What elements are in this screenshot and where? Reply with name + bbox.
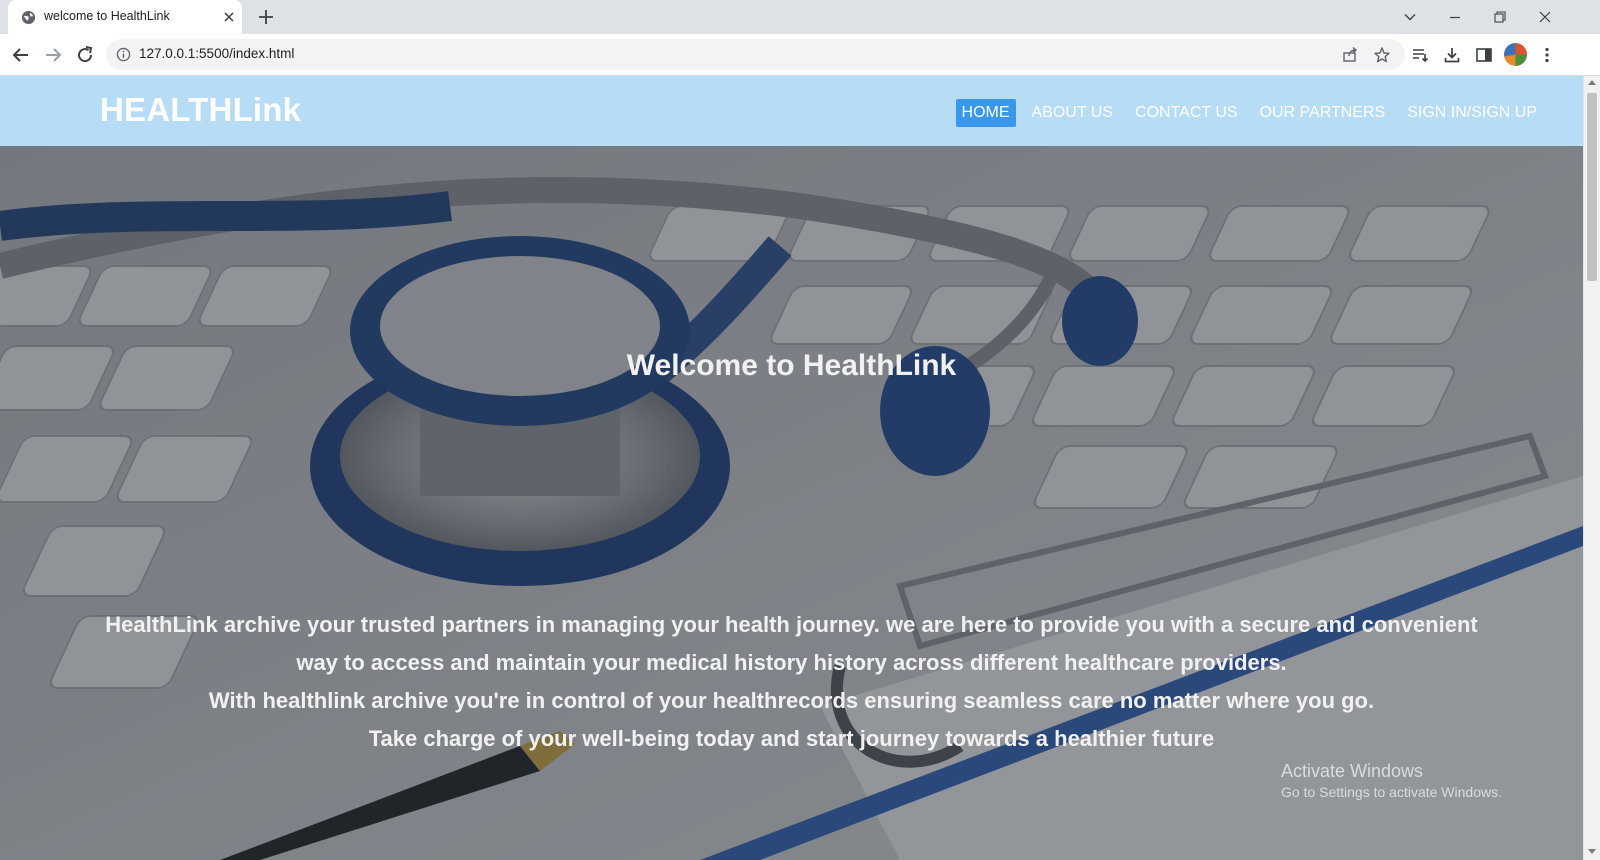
browser-tab[interactable]: welcome to HealthLink (8, 0, 242, 34)
site-logo[interactable]: HEALTHLink (100, 91, 301, 129)
back-arrow-icon[interactable] (9, 43, 33, 67)
plus-icon[interactable] (256, 7, 276, 27)
info-icon[interactable] (116, 47, 131, 62)
chevron-down-icon (1404, 14, 1416, 21)
hero-paragraph: With healthlink archive you're in contro… (208, 688, 1375, 713)
site-header: HEALTHLink HOME ABOUT US CONTACT US OUR … (0, 76, 1583, 146)
restore-button[interactable] (1485, 4, 1515, 30)
nav-home[interactable]: HOME (955, 99, 1016, 127)
address-bar[interactable]: 127.0.0.1:5500/index.html (106, 39, 1405, 70)
tab-title: welcome to HealthLink (44, 9, 170, 23)
side-panel-icon[interactable] (1474, 45, 1494, 65)
tab-search-button[interactable] (1395, 4, 1425, 30)
restore-icon (1494, 11, 1506, 23)
nav-contact-us[interactable]: CONTACT US (1129, 99, 1244, 127)
download-icon[interactable] (1442, 45, 1462, 65)
watermark-subtitle: Go to Settings to activate Windows. (1281, 784, 1502, 800)
page-scrollbar[interactable] (1583, 76, 1600, 860)
minimize-button[interactable] (1440, 4, 1470, 30)
browser-titlebar: welcome to HealthLink (0, 0, 1600, 34)
hero-paragraph: HealthLink archive your trusted partners… (105, 612, 1478, 675)
kebab-menu-icon[interactable] (1537, 45, 1557, 65)
main-nav: HOME ABOUT US CONTACT US OUR PARTNERS SI… (955, 99, 1543, 127)
share-icon[interactable] (1341, 46, 1359, 64)
close-window-button[interactable] (1530, 4, 1560, 30)
page-viewport: HEALTHLink HOME ABOUT US CONTACT US OUR … (0, 76, 1583, 860)
scroll-up-arrow-icon[interactable] (1588, 80, 1596, 85)
url-text[interactable]: 127.0.0.1:5500/index.html (139, 46, 294, 61)
forward-arrow-icon[interactable] (41, 43, 65, 67)
hero-section: Welcome to HealthLink HealthLink archive… (0, 146, 1583, 860)
nav-sign-in-sign-up[interactable]: SIGN IN/SIGN UP (1401, 99, 1543, 127)
watermark-title: Activate Windows (1281, 761, 1424, 781)
hero-paragraph: Take charge of your well-being today and… (368, 726, 1215, 751)
close-icon[interactable] (221, 9, 237, 25)
profile-avatar[interactable] (1504, 43, 1527, 66)
nav-our-partners[interactable]: OUR PARTNERS (1254, 99, 1392, 127)
reading-list-icon[interactable] (1410, 45, 1430, 65)
scrollbar-thumb[interactable] (1587, 93, 1597, 281)
star-icon[interactable] (1373, 46, 1391, 64)
hero-title: Welcome to HealthLink (626, 349, 957, 382)
minimize-icon (1450, 16, 1460, 19)
nav-about-us[interactable]: ABOUT US (1026, 99, 1120, 127)
browser-toolbar: 127.0.0.1:5500/index.html (0, 34, 1600, 76)
scroll-down-arrow-icon[interactable] (1588, 849, 1596, 854)
windows-activation-watermark: Activate Windows Go to Settings to activ… (1281, 760, 1502, 802)
globe-icon (21, 10, 36, 25)
close-icon (1539, 11, 1551, 23)
hero-description: HealthLink archive your trusted partners… (90, 606, 1493, 758)
reload-icon[interactable] (73, 43, 97, 67)
